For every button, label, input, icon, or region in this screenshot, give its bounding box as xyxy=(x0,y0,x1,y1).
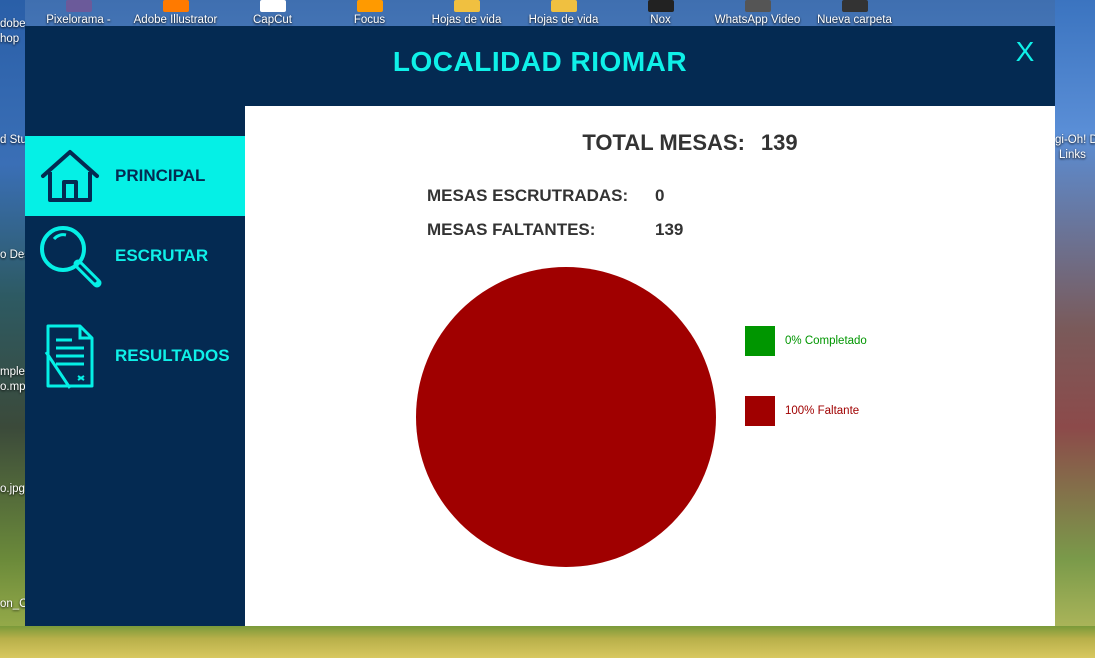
nav-label: RESULTADOS xyxy=(115,346,230,365)
pie-slice-faltante xyxy=(416,267,716,567)
home-icon xyxy=(25,136,115,216)
sidebar: PRINCIPAL ESCRUTAR RESULTADOS xyxy=(25,136,245,436)
document-icon xyxy=(25,316,115,396)
total-value: 139 xyxy=(760,130,798,155)
remaining-value: 139 xyxy=(655,220,684,239)
app-icon xyxy=(65,0,92,12)
app-icon xyxy=(356,0,383,12)
desktop-icon[interactable]: Nox xyxy=(612,0,709,26)
desktop-icon[interactable]: Hojas de vida xyxy=(515,0,612,26)
total-mesas: TOTAL MESAS: 139 xyxy=(245,130,1095,156)
app-window: LOCALIDAD RIOMAR X PRINCIPAL ESCRUTAR RE… xyxy=(25,26,1055,626)
nav-label: ESCRUTAR xyxy=(115,246,209,265)
desktop-left-label: o.mp xyxy=(0,381,26,393)
desktop-icon[interactable]: Hojas de vida xyxy=(418,0,515,26)
desktop-icon[interactable]: Focus xyxy=(321,0,418,26)
desktop-left-label: mple xyxy=(0,366,25,378)
video-icon xyxy=(744,0,771,12)
legend-item: 0% Completado xyxy=(745,326,867,356)
desktop-icon[interactable]: CapCut xyxy=(224,0,321,26)
search-icon xyxy=(25,216,115,296)
scrutinized-value: 0 xyxy=(655,186,665,205)
app-icon xyxy=(647,0,674,12)
remaining-row: MESAS FALTANTES: 139 xyxy=(427,220,683,240)
legend-swatch-faltante xyxy=(745,396,775,426)
legend-label: 0% Completado xyxy=(785,335,867,347)
folder-icon xyxy=(550,0,577,12)
app-icon xyxy=(162,0,189,12)
nav-item-principal[interactable]: PRINCIPAL xyxy=(25,136,245,216)
desktop-icon[interactable]: Adobe Illustrator xyxy=(127,0,224,26)
desktop-icon[interactable]: Pixelorama - xyxy=(30,0,127,26)
nav-label: PRINCIPAL xyxy=(115,166,206,185)
legend-item: 100% Faltante xyxy=(745,396,859,426)
desktop-right-strip xyxy=(1055,0,1095,658)
folder-icon xyxy=(453,0,480,12)
folder-icon xyxy=(841,0,868,12)
legend-swatch-completado xyxy=(745,326,775,356)
desktop-icon[interactable]: Nueva carpeta xyxy=(806,0,903,26)
close-button[interactable]: X xyxy=(1013,36,1037,68)
scrutinized-label: MESAS ESCRUTRADAS: xyxy=(427,186,629,205)
desktop-left-label: d Stu xyxy=(0,134,27,146)
remaining-label: MESAS FALTANTES: xyxy=(427,220,596,239)
desktop-bottom-strip xyxy=(0,626,1095,658)
window-title: LOCALIDAD RIOMAR xyxy=(392,46,688,77)
desktop-left-strip xyxy=(0,0,25,658)
desktop-left-label: dobe xyxy=(0,18,26,30)
desktop-left-label: o.jpg xyxy=(0,483,25,495)
desktop-left-label: on_C xyxy=(0,598,28,610)
main-content: TOTAL MESAS: 139 MESAS ESCRUTRADAS: 0 MES… xyxy=(245,106,1055,626)
desktop-top-icons: Pixelorama - Adobe Illustrator CapCut Fo… xyxy=(30,0,1095,26)
nav-item-escrutar[interactable]: ESCRUTAR xyxy=(25,216,245,296)
app-icon xyxy=(259,0,286,12)
nav-item-resultados[interactable]: RESULTADOS xyxy=(25,316,245,396)
desktop-left-label: hop xyxy=(0,33,20,45)
scrutinized-row: MESAS ESCRUTRADAS: 0 xyxy=(427,186,664,206)
pie-chart xyxy=(416,267,716,567)
total-label: TOTAL MESAS: xyxy=(582,130,745,155)
legend-label: 100% Faltante xyxy=(785,405,860,417)
desktop-icon[interactable]: WhatsApp Video xyxy=(709,0,806,26)
